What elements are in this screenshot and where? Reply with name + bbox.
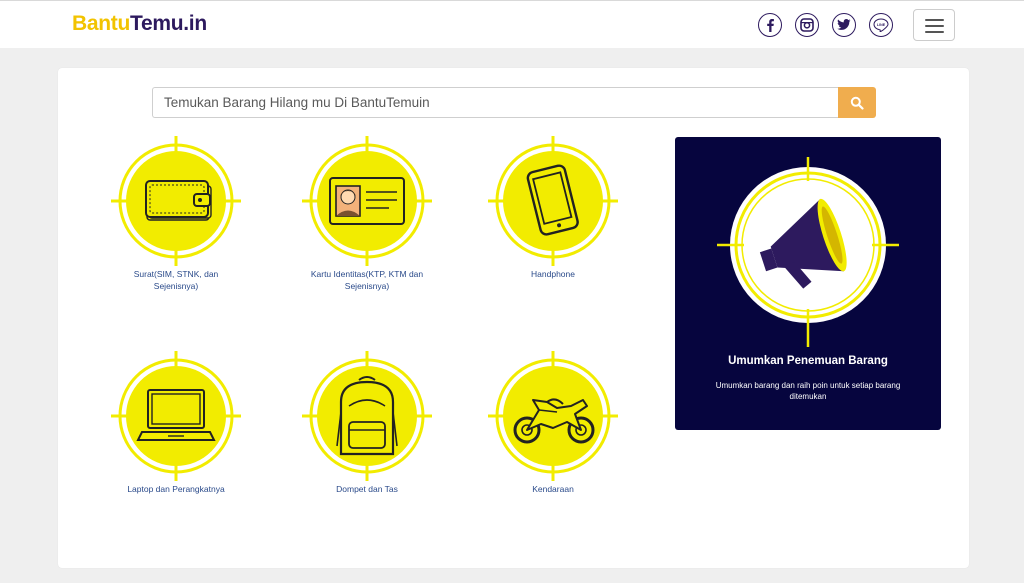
search-input[interactable] [152, 87, 838, 118]
search-button[interactable] [838, 87, 876, 118]
motorcycle-icon [488, 351, 618, 481]
category-label: Handphone [531, 269, 575, 279]
category-label: Dompet dan Tas [336, 484, 398, 494]
category-label: Kendaraan [532, 484, 574, 494]
navbar: BantuTemu.in LINE [0, 0, 1024, 48]
category-kartu-identitas[interactable]: Kartu Identitas(KTP, KTM dan Sejenisnya) [297, 136, 437, 292]
category-dompet-tas[interactable]: Dompet dan Tas [297, 351, 437, 495]
line-icon[interactable]: LINE [869, 13, 893, 37]
category-surat[interactable]: Surat(SIM, STNK, dan Sejenisnya) [106, 136, 246, 292]
facebook-icon[interactable] [758, 13, 782, 37]
phone-icon [488, 136, 618, 266]
category-kendaraan[interactable]: Kendaraan [483, 351, 623, 495]
announce-panel[interactable]: Umumkan Penemuan Barang Umumkan barang d… [675, 137, 941, 430]
line-icon-text: LINE [877, 23, 886, 27]
menu-bar-icon [925, 31, 944, 33]
brand-logo-part2: Temu.in [130, 12, 207, 35]
id-card-icon [302, 136, 432, 266]
search-icon [850, 96, 864, 110]
menu-bar-icon [925, 25, 944, 27]
category-label: Kartu Identitas(KTP, KTM dan Sejenisnya) [310, 269, 424, 291]
announce-title: Umumkan Penemuan Barang [728, 355, 888, 367]
category-handphone[interactable]: Handphone [483, 136, 623, 280]
announce-description: Umumkan barang dan raih poin untuk setia… [715, 381, 901, 401]
brand-logo-part1: Bantu [72, 12, 130, 35]
category-label: Laptop dan Perangkatnya [127, 484, 225, 494]
wallet-icon [111, 136, 241, 266]
category-label: Surat(SIM, STNK, dan Sejenisnya) [133, 269, 219, 291]
menu-bar-icon [925, 19, 944, 21]
brand-logo[interactable]: BantuTemu.in [72, 12, 207, 36]
laptop-icon [111, 351, 241, 481]
category-laptop[interactable]: Laptop dan Perangkatnya [106, 351, 246, 495]
instagram-icon[interactable] [795, 13, 819, 37]
twitter-icon[interactable] [832, 13, 856, 37]
backpack-icon [302, 351, 432, 481]
menu-toggle-button[interactable] [913, 9, 955, 41]
megaphone-icon [717, 157, 899, 347]
